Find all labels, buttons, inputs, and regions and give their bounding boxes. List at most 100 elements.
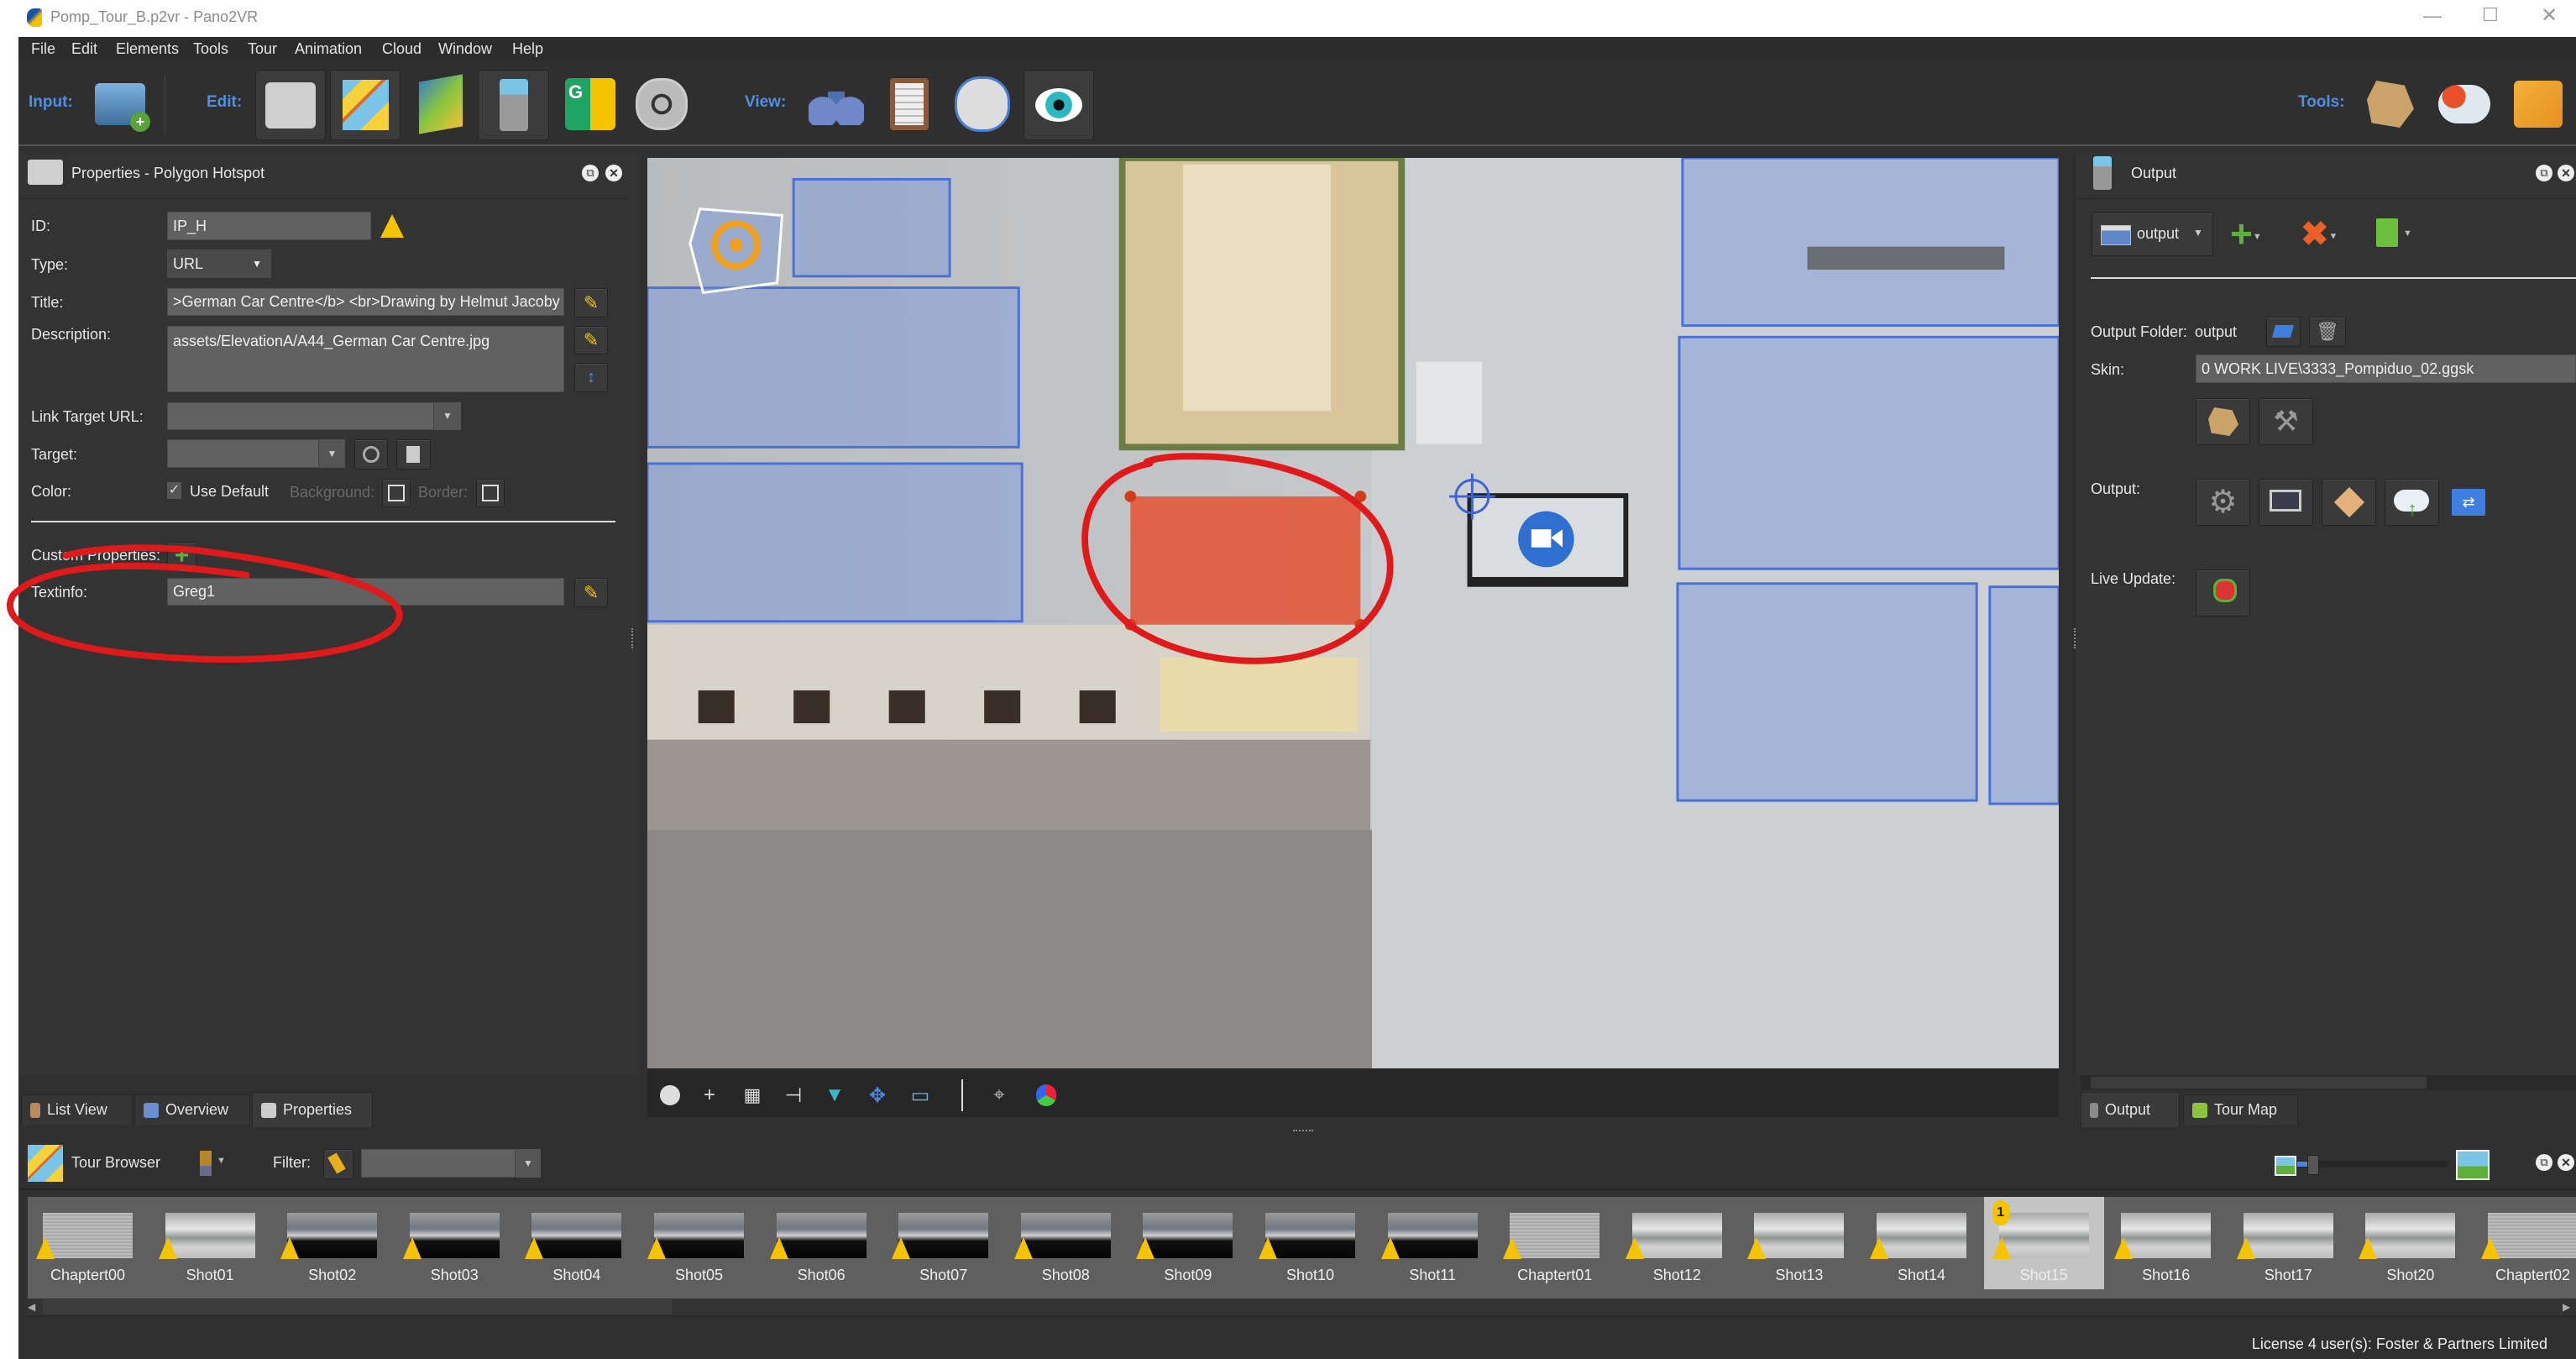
menu-edit[interactable]: Edit [71,40,97,58]
panorama-view-icon[interactable]: ▭ [908,1084,932,1107]
view-cone-icon[interactable]: ▼ [823,1084,846,1107]
output-button[interactable] [478,70,549,140]
chevron-down-icon[interactable]: ▼ [433,402,461,430]
border-color-button[interactable] [476,479,505,507]
chevron-down-icon[interactable]: ▼ [2403,228,2412,239]
undock-output-button[interactable]: ⧉ [2536,165,2552,181]
upload-button[interactable]: ↑ [2385,479,2439,526]
compass-icon[interactable] [658,1084,682,1107]
skin-editor-button[interactable] [2196,398,2250,445]
chevron-down-icon[interactable]: ▼ [318,439,345,468]
thumbnail-size-slider[interactable] [2297,1155,2448,1175]
filter-tag-button[interactable] [323,1149,353,1179]
output-panel-scrollbar[interactable] [2081,1075,2576,1090]
scroll-right-arrow[interactable]: ▶ [2563,1299,2576,1315]
google-street-view-button[interactable]: G [558,70,622,139]
minimize-button[interactable]: — [2423,5,2442,27]
undock-tour-browser-button[interactable]: ⧉ [2536,1154,2552,1171]
filmstrip-item[interactable]: Shot05 [639,1197,759,1289]
filmstrip-item[interactable]: Shot02 [272,1197,392,1289]
menu-file[interactable]: File [31,40,55,58]
plugin-connect-button[interactable]: ⇄ [2452,489,2485,516]
menu-tour[interactable]: Tour [248,40,277,58]
edit-description-button[interactable]: ✎ [574,326,608,354]
package-button[interactable] [2322,479,2376,526]
skin-settings-button[interactable]: ⚒ [2259,398,2313,445]
delete-folder-button[interactable]: 🗑 [2309,317,2346,347]
filmstrip-item[interactable]: Shot07 [883,1197,1003,1289]
skin-editor-tool-button[interactable] [2361,70,2420,139]
close-tour-browser-button[interactable]: ✕ [2558,1154,2574,1171]
panorama-viewport[interactable] [647,158,2059,1068]
tour-browser-button[interactable] [330,70,401,140]
filmstrip-item[interactable]: Shot09 [1128,1197,1248,1289]
target-pick-button[interactable] [354,439,388,470]
no-target-icon[interactable]: ⌖ [987,1084,1011,1107]
target-copy-button[interactable] [396,439,431,470]
menu-elements[interactable]: Elements [116,40,179,58]
filmstrip-item[interactable]: Shot14 [1861,1197,1982,1289]
scrollbar-thumb[interactable] [2091,1077,2427,1089]
edit-textinfo-button[interactable]: ✎ [574,578,608,607]
preview-button[interactable] [2259,479,2313,526]
close-properties-button[interactable]: ✕ [605,165,622,181]
filmstrip-item[interactable]: Shot16 [2106,1197,2226,1289]
menu-tools[interactable]: Tools [193,40,228,58]
background-color-button[interactable] [382,479,411,507]
center-cross-icon[interactable]: + [698,1084,721,1107]
left-splitter-handle[interactable] [631,628,636,648]
filmstrip-item[interactable]: Shot06 [762,1197,882,1289]
filmstrip-item[interactable]: Shot03 [395,1197,515,1289]
close-output-button[interactable]: ✕ [2558,165,2574,181]
filmstrip-item[interactable]: 1 Shot15 [1983,1197,2104,1289]
color-channels-icon[interactable] [1034,1084,1058,1107]
filmstrip-item[interactable]: Shot17 [2228,1197,2348,1289]
list-view-button[interactable] [881,70,937,139]
delete-output-button[interactable]: ✖▼ [2301,215,2338,255]
viewing-parameters-button[interactable] [949,70,1016,139]
type-select[interactable]: URL ▼ [167,249,271,278]
menu-window[interactable]: Window [438,40,492,58]
resize-description-button[interactable]: ↕ [574,363,608,392]
textinfo-field[interactable]: Greg1 [167,578,564,606]
filmstrip-item[interactable]: Shot08 [1006,1197,1126,1289]
menu-help[interactable]: Help [512,40,543,58]
add-output-button[interactable]: +▼ [2230,213,2262,257]
filmstrip-item[interactable]: Shot13 [1739,1197,1859,1289]
tab-overview[interactable]: Overview [134,1094,250,1125]
menu-cloud[interactable]: Cloud [382,40,421,58]
filmstrip-item[interactable]: Shot10 [1250,1197,1370,1289]
skin-field[interactable]: 0 WORK LIVE\3333_Pompiduo_02.ggsk [2196,354,2576,383]
filmstrip-item[interactable]: Shot04 [516,1197,636,1289]
scrollbar-thumb[interactable] [43,1299,672,1314]
bottom-splitter-handle[interactable] [1293,1130,1313,1134]
title-field[interactable]: >German Car Centre</b> <br>Drawing by He… [167,288,564,316]
filmstrip-item[interactable]: Shot01 [150,1197,270,1289]
output-format-select[interactable]: output ▼ [2092,213,2213,256]
filmstrip-item[interactable]: Chaptert01 [1495,1197,1615,1289]
tab-output[interactable]: Output [2081,1092,2180,1127]
filter-combo[interactable] [361,1149,540,1178]
close-window-button[interactable]: ✕ [2541,3,2558,28]
packager-tool-button[interactable] [2509,70,2568,139]
slider-handle[interactable] [2307,1155,2319,1175]
description-field[interactable]: assets/ElevationA/A44_German Car Centre.… [167,326,564,392]
filmstrip-item[interactable]: Chaptert00 [28,1197,148,1289]
visibility-button[interactable] [1024,70,1094,140]
map-button[interactable] [409,70,473,139]
tab-list-view[interactable]: List View [21,1094,133,1125]
use-default-checkbox[interactable]: ✓ [167,482,181,499]
sort-button[interactable]: ▼ [198,1149,228,1178]
add-custom-property-button[interactable]: + [167,542,196,570]
ruler-icon[interactable]: ⊣ [782,1084,805,1107]
undock-properties-button[interactable]: ⧉ [582,165,599,181]
filmstrip-item[interactable]: Shot12 [1617,1197,1737,1289]
output-list-button[interactable] [2376,218,2398,247]
properties-button[interactable] [255,70,326,140]
overview-button[interactable] [802,70,870,139]
tab-properties[interactable]: Properties [252,1092,373,1127]
tab-tour-map[interactable]: Tour Map [2183,1094,2298,1125]
filmstrip-item[interactable]: Chaptert02 [2473,1197,2576,1289]
add-input-button[interactable]: + [90,70,150,139]
menu-animation[interactable]: Animation [295,40,362,58]
